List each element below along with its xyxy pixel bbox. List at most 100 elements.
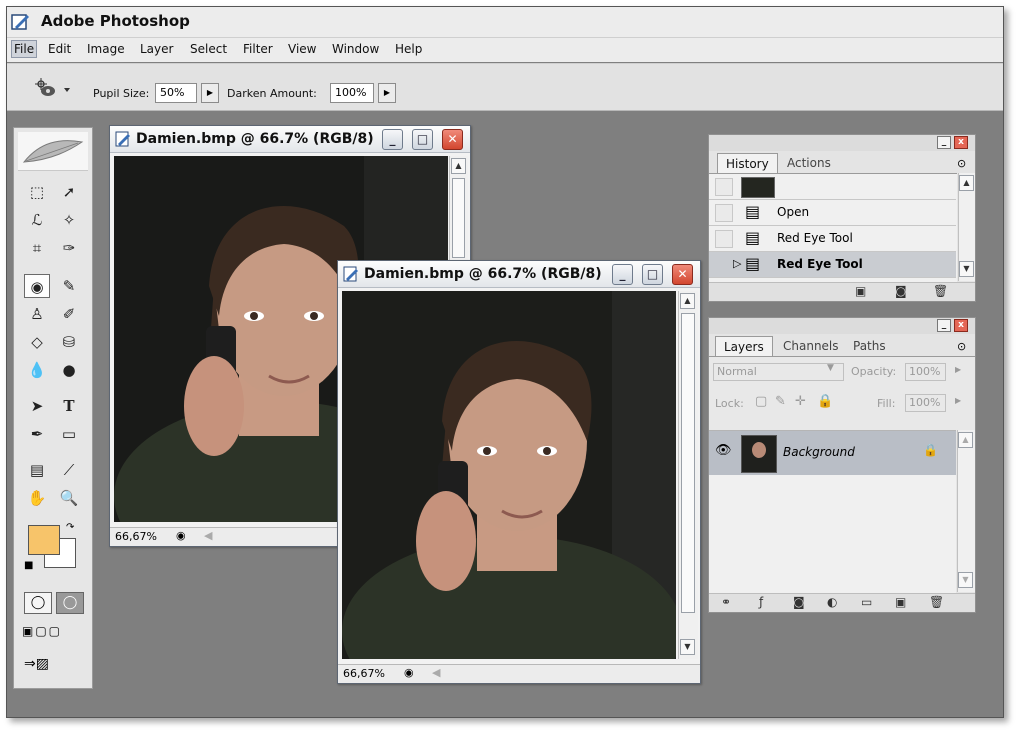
blend-mode-dropdown-icon[interactable]: ▼	[827, 363, 834, 373]
adjustment-layer-icon[interactable]: ◐	[827, 595, 837, 609]
standard-mode-button[interactable]: ◯	[24, 592, 52, 614]
tab-layers[interactable]: Layers	[715, 336, 773, 357]
slice-tool-icon[interactable]: ✑	[56, 236, 82, 260]
layer-mask-icon[interactable]: ◙	[793, 595, 805, 609]
type-tool-icon[interactable]: T	[56, 394, 82, 418]
jump-to-imageready-icon[interactable]: ⇒▨	[24, 656, 82, 678]
magic-wand-tool-icon[interactable]: ✧	[56, 208, 82, 232]
pen-tool-icon[interactable]: ✒	[24, 422, 50, 446]
lock-all-icon[interactable]: 🔒	[817, 394, 833, 409]
lock-image-icon[interactable]: ✎	[775, 394, 786, 409]
maximize-button[interactable]: □	[412, 129, 433, 150]
menu-file[interactable]: File	[11, 40, 38, 58]
zoom-tool-icon[interactable]: 🔍	[56, 486, 82, 510]
panel-menu-icon[interactable]: ⊙	[957, 157, 966, 170]
crop-tool-icon[interactable]: ⌗	[24, 236, 50, 260]
history-item-selected[interactable]: ▷ ▤ Red Eye Tool	[709, 252, 956, 278]
history-item-checkbox[interactable]	[715, 204, 733, 222]
delete-layer-icon[interactable]: 🗑	[929, 595, 944, 609]
menu-window[interactable]: Window	[332, 42, 379, 56]
close-button[interactable]: ✕	[442, 129, 463, 150]
eye-visibility-icon[interactable]: 👁	[715, 443, 732, 458]
brush-tool-icon[interactable]: ✎	[56, 274, 82, 298]
new-layer-icon[interactable]: ▣	[895, 595, 906, 609]
layer-style-icon[interactable]: ƒ	[759, 595, 763, 609]
document-back-title-bar[interactable]: Damien.bmp @ 66.7% (RGB/8) _ □ ✕	[110, 126, 470, 153]
scroll-down-button[interactable]: ▼	[959, 261, 974, 277]
delete-state-icon[interactable]: 🗑	[933, 284, 948, 298]
document-front-canvas[interactable]	[342, 291, 676, 659]
document-window-front[interactable]: Damien.bmp @ 66.7% (RGB/8) _ □ ✕ ▲ ▼ 66,…	[337, 260, 701, 684]
maximize-button[interactable]: □	[642, 264, 663, 285]
history-item[interactable]: ▤ Open	[709, 200, 956, 226]
pupil-size-input[interactable]: 50%	[155, 83, 197, 103]
tab-history[interactable]: History	[717, 153, 778, 174]
close-button[interactable]: ✕	[672, 264, 693, 285]
status-menu-icon[interactable]: ◉	[404, 666, 414, 679]
pupil-size-arrow-button[interactable]: ▶	[201, 83, 219, 103]
fill-input[interactable]: 100%	[905, 394, 946, 412]
move-tool-icon[interactable]: ➚	[56, 180, 82, 204]
panel-minimize-button[interactable]: _	[937, 319, 951, 332]
history-snapshot-row[interactable]	[709, 174, 956, 200]
fill-arrow-button[interactable]: ▶	[955, 396, 961, 405]
opacity-input[interactable]: 100%	[905, 363, 946, 381]
history-brush-tool-icon[interactable]: ✐	[56, 302, 82, 326]
tab-actions[interactable]: Actions	[779, 153, 839, 173]
document-front-title-bar[interactable]: Damien.bmp @ 66.7% (RGB/8) _ □ ✕	[338, 261, 700, 288]
dodge-tool-icon[interactable]: ●	[56, 358, 82, 382]
new-document-from-state-icon[interactable]: ▣	[855, 284, 866, 298]
link-layers-icon[interactable]: ⚭	[721, 595, 731, 609]
snapshot-checkbox[interactable]	[715, 178, 733, 196]
foreground-color-swatch[interactable]	[28, 525, 60, 555]
notes-tool-icon[interactable]: ▤	[24, 458, 50, 482]
menu-image[interactable]: Image	[87, 42, 125, 56]
lock-position-icon[interactable]: ✛	[795, 394, 806, 409]
eyedropper-tool-icon[interactable]: ⟋	[56, 458, 82, 482]
menu-edit[interactable]: Edit	[48, 42, 71, 56]
status-menu-icon[interactable]: ◉	[176, 529, 186, 542]
lasso-tool-icon[interactable]: ℒ	[24, 208, 50, 232]
blend-mode-select[interactable]: Normal	[713, 363, 844, 381]
scroll-up-button[interactable]: ▲	[680, 293, 695, 309]
scroll-up-button[interactable]: ▲	[958, 432, 973, 448]
menu-filter[interactable]: Filter	[243, 42, 273, 56]
scroll-left-button[interactable]: ◀	[204, 529, 212, 542]
layers-scrollbar[interactable]: ▲ ▼	[957, 430, 975, 592]
red-eye-tool-preset-icon[interactable]	[31, 76, 71, 102]
shape-tool-icon[interactable]: ▭	[56, 422, 82, 446]
paint-bucket-tool-icon[interactable]: ⛁	[56, 330, 82, 354]
menu-help[interactable]: Help	[395, 42, 422, 56]
scroll-thumb[interactable]	[681, 313, 695, 613]
quick-mask-mode-button[interactable]: ◯	[56, 592, 84, 614]
panel-close-button[interactable]: x	[954, 136, 968, 149]
opacity-arrow-button[interactable]: ▶	[955, 365, 961, 374]
document-front-zoom-level[interactable]: 66,67%	[343, 667, 385, 680]
tab-channels[interactable]: Channels	[775, 336, 847, 356]
minimize-button[interactable]: _	[382, 129, 403, 150]
red-eye-tool-icon[interactable]: ◉	[24, 274, 50, 298]
scroll-down-button[interactable]: ▼	[680, 639, 695, 655]
menu-view[interactable]: View	[288, 42, 316, 56]
new-group-icon[interactable]: ▭	[861, 595, 872, 609]
screen-mode-buttons[interactable]: ▣▢▢	[22, 624, 84, 644]
scroll-up-button[interactable]: ▲	[959, 175, 974, 191]
scroll-up-button[interactable]: ▲	[451, 158, 466, 174]
history-scrollbar[interactable]: ▲ ▼	[958, 173, 975, 281]
panel-minimize-button[interactable]: _	[937, 136, 951, 149]
scroll-left-button[interactable]: ◀	[432, 666, 440, 679]
document-back-zoom-level[interactable]: 66,67%	[115, 530, 157, 543]
swap-colors-icon[interactable]: ↷	[66, 522, 74, 533]
eraser-tool-icon[interactable]: ◇	[24, 330, 50, 354]
clone-stamp-tool-icon[interactable]: ♙	[24, 302, 50, 326]
layer-row-background[interactable]: 👁 Background 🔒	[709, 431, 956, 475]
new-snapshot-icon[interactable]: ◙	[895, 284, 907, 298]
minimize-button[interactable]: _	[612, 264, 633, 285]
hand-tool-icon[interactable]: ✋	[24, 486, 50, 510]
document-front-vertical-scrollbar[interactable]: ▲ ▼	[678, 291, 698, 659]
darken-amount-arrow-button[interactable]: ▶	[378, 83, 396, 103]
scroll-down-button[interactable]: ▼	[958, 572, 973, 588]
path-selection-tool-icon[interactable]: ➤	[24, 394, 50, 418]
lock-transparent-icon[interactable]: ▢	[755, 394, 767, 409]
scroll-thumb[interactable]	[452, 178, 465, 258]
